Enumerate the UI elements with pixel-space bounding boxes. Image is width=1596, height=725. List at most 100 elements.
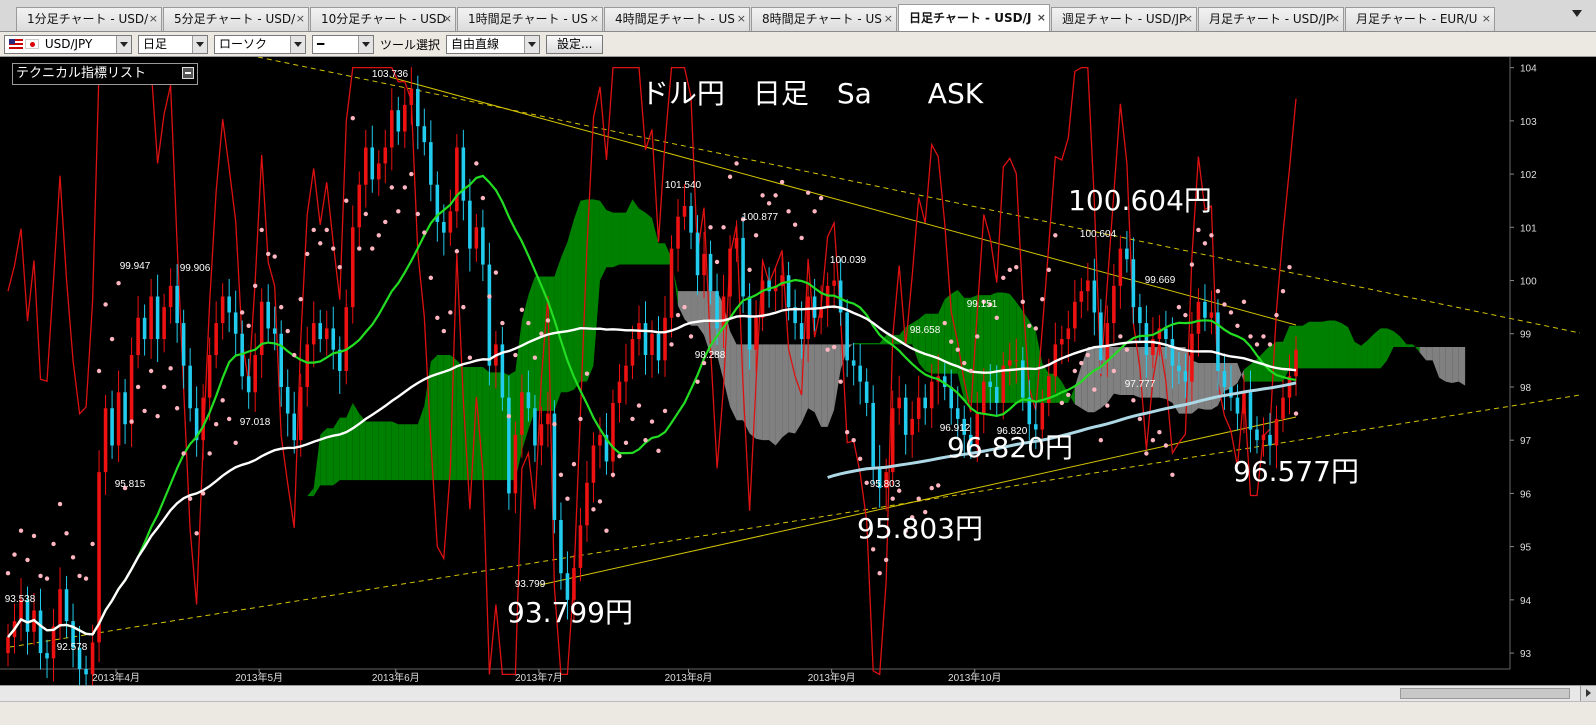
timeframe-select[interactable]: 日足: [138, 34, 208, 54]
tab-menu-dropdown-icon[interactable]: [1572, 10, 1582, 17]
sar-dot: [350, 116, 355, 121]
candle-body: [1235, 397, 1240, 414]
candle-body: [955, 408, 960, 419]
sar-dot: [396, 209, 401, 214]
time-tick-label: 2013年9月: [808, 671, 856, 684]
candle-body: [298, 386, 303, 441]
drawing-tool-select[interactable]: 自由直線: [446, 34, 541, 54]
candlestick-chart[interactable]: 939495969798991001011021031042013年4月 2013…: [0, 57, 1596, 685]
collapse-icon[interactable]: [182, 67, 194, 79]
chart-tab[interactable]: 8時間足チャート - US ×: [751, 7, 897, 31]
sar-dot: [1001, 275, 1006, 281]
close-tab-icon[interactable]: ×: [1482, 8, 1491, 30]
sar-dot: [883, 557, 889, 563]
candle-body: [51, 626, 56, 659]
cloud-segment: [658, 243, 666, 265]
candle-body: [1105, 323, 1110, 361]
candle-body: [1125, 248, 1129, 260]
candle-body: [279, 333, 284, 387]
close-tab-icon[interactable]: ×: [1037, 5, 1046, 31]
close-tab-icon[interactable]: ×: [590, 8, 599, 30]
sar-dot: [226, 416, 232, 422]
sar-dot: [942, 320, 947, 326]
close-tab-icon[interactable]: ×: [443, 8, 452, 30]
sar-dot: [929, 485, 934, 491]
timeframe-value: 日足: [143, 36, 168, 51]
horizontal-scrollbar[interactable]: [0, 685, 1596, 701]
sar-dot: [630, 416, 635, 422]
price-label: 95.803: [870, 479, 901, 490]
close-tab-icon[interactable]: ×: [149, 8, 158, 30]
sar-dot: [1248, 334, 1253, 339]
sar-dot: [727, 174, 733, 179]
chart-style-select[interactable]: ローソク: [214, 34, 306, 54]
sar-dot: [467, 355, 473, 360]
chart-tab[interactable]: 10分足チャート - USD ×: [310, 7, 456, 31]
sar-dot: [168, 366, 173, 371]
sar-dot: [675, 312, 681, 318]
tab-label: 5分足チャート - USD/: [174, 12, 296, 26]
chart-tab[interactable]: 日足チャート - USD/J ×: [898, 4, 1050, 31]
scrollbar-thumb[interactable]: [1400, 688, 1570, 699]
sar-dot: [968, 368, 973, 374]
candle-body: [409, 88, 414, 105]
price-tick-label: 101: [1520, 223, 1537, 234]
technical-indicator-list-panel[interactable]: テクニカル指標リスト: [12, 63, 198, 85]
cloud-segment: [821, 344, 828, 427]
chart-tab[interactable]: 月足チャート - USD/JP ×: [1198, 7, 1344, 31]
chart-tab[interactable]: 1分足チャート - USD/×: [16, 7, 162, 31]
close-tab-icon[interactable]: ×: [1184, 8, 1193, 30]
candle-body: [929, 381, 934, 409]
chart-tab[interactable]: 5分足チャート - USD/×: [163, 7, 309, 31]
chart-area[interactable]: 93 94 95 96 97 98 99 100 101 102 103 104 2013年4月 2013…: [0, 57, 1596, 685]
tab-label: 月足チャート - EUR/U: [1356, 12, 1478, 26]
sar-dot: [461, 304, 466, 310]
settings-button[interactable]: 設定...: [546, 34, 604, 54]
sar-dot: [415, 211, 421, 217]
sar-dot: [1131, 398, 1136, 403]
candle-body: [324, 328, 329, 340]
sar-dot: [1014, 265, 1019, 270]
chart-tab[interactable]: 月足チャート - EUR/U ×: [1345, 7, 1495, 31]
sar-dot: [513, 352, 518, 358]
candle-body: [396, 110, 401, 132]
chart-tab[interactable]: 週足チャート - USD/JP ×: [1051, 7, 1197, 31]
candle-body: [1203, 301, 1207, 318]
cloud-segment: [918, 313, 926, 371]
cloud-segment: [593, 199, 600, 366]
currency-pair-select[interactable]: USD/JPY: [4, 34, 132, 54]
chart-tab[interactable]: 1時間足チャート - US ×: [457, 7, 603, 31]
line-style-select[interactable]: ━: [312, 34, 374, 54]
close-tab-icon[interactable]: ×: [296, 8, 305, 30]
sar-dot: [25, 557, 30, 563]
sar-dot: [266, 251, 271, 257]
sar-dot: [285, 328, 290, 334]
candle-body: [1020, 360, 1025, 398]
us-flag-icon: [9, 38, 23, 49]
candle-body: [149, 296, 153, 340]
price-label: 97.018: [240, 417, 271, 428]
sar-dot: [552, 422, 557, 427]
sar-dot: [936, 483, 941, 488]
scroll-right-arrow-icon[interactable]: [1580, 686, 1596, 701]
candle-body: [1060, 339, 1064, 345]
price-label: 98.288: [695, 350, 726, 361]
close-tab-icon[interactable]: ×: [884, 8, 893, 30]
candle-body: [214, 323, 218, 356]
cloud-segment: [1419, 347, 1427, 361]
sar-dot: [649, 419, 655, 424]
candle-body: [708, 253, 713, 292]
candle-body: [988, 381, 993, 387]
candle-body: [1079, 291, 1084, 302]
sar-dot: [324, 227, 329, 233]
close-tab-icon[interactable]: ×: [737, 8, 746, 30]
tab-label: 1分足チャート - USD/: [27, 12, 149, 26]
close-tab-icon[interactable]: ×: [1331, 8, 1340, 30]
sar-dot: [259, 227, 264, 233]
cloud-segment: [1445, 347, 1453, 383]
candle-body: [754, 317, 758, 350]
sar-dot: [1111, 368, 1117, 374]
candle-body: [390, 110, 394, 148]
chart-tab[interactable]: 4時間足チャート - US ×: [604, 7, 750, 31]
cloud-segment: [203, 618, 210, 627]
